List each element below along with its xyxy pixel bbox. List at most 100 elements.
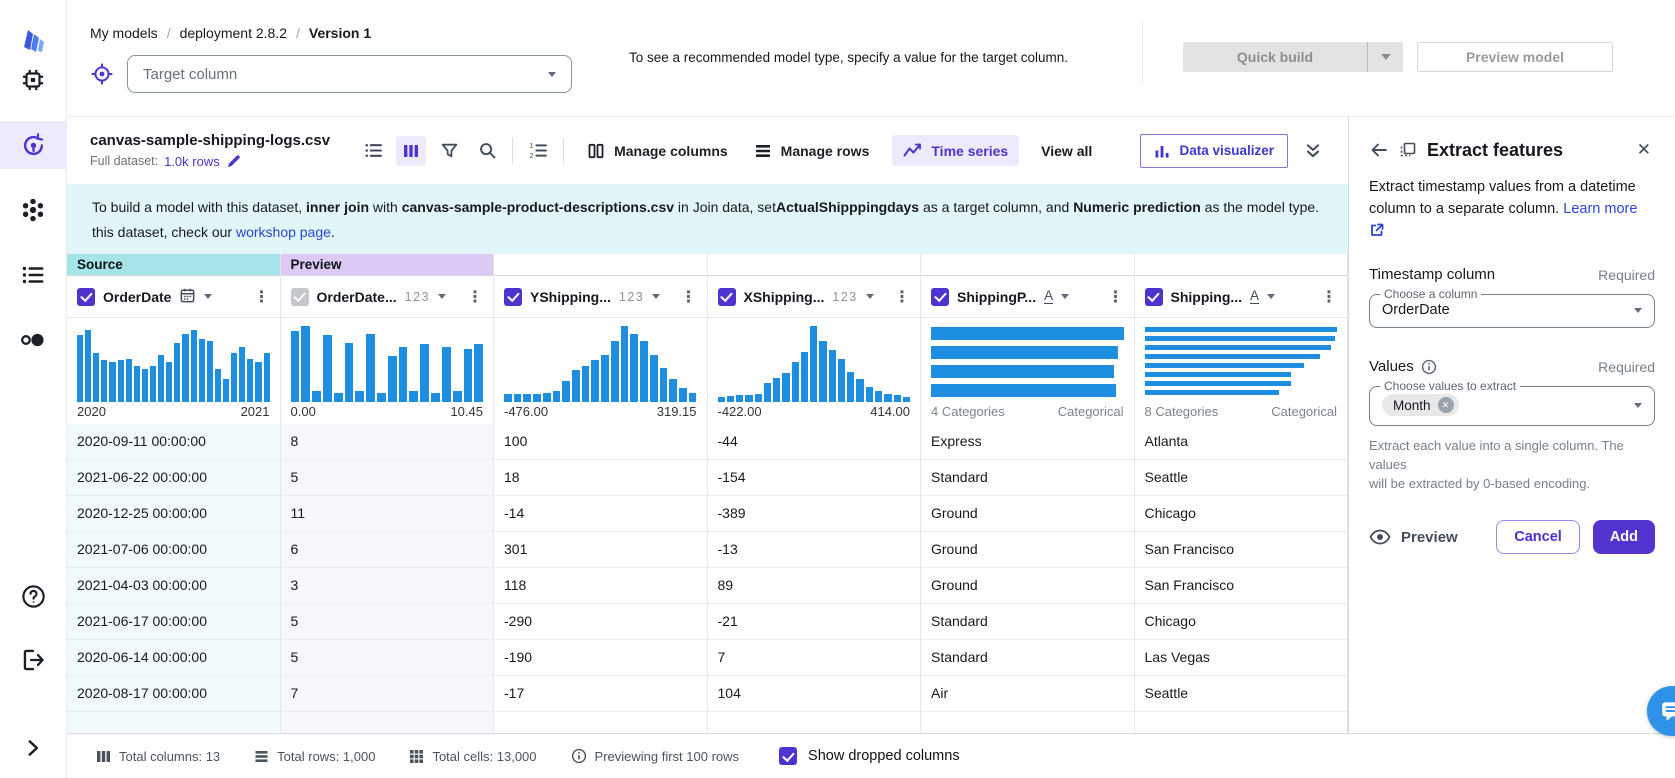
column-checkbox[interactable] [718, 288, 736, 306]
rows-count-link[interactable]: 1.0k rows [164, 154, 220, 169]
canvas-logo[interactable] [15, 24, 51, 56]
column-checkbox[interactable] [77, 288, 95, 306]
table-cell[interactable]: 6 [281, 532, 494, 568]
row-number-icon[interactable]: 1 2 [523, 136, 553, 166]
table-cell[interactable]: 2021-06-22 00:00:00 [67, 460, 280, 496]
cancel-button[interactable]: Cancel [1496, 520, 1580, 554]
table-cell[interactable]: 301 [494, 532, 707, 568]
table-cell[interactable]: 2021-06-17 00:00:00 [67, 604, 280, 640]
timestamp-column-select[interactable]: Choose a column OrderDate [1369, 287, 1655, 328]
table-cell[interactable]: -290 [494, 604, 707, 640]
table-cell[interactable]: 2021-07-06 00:00:00 [67, 532, 280, 568]
column-menu-icon[interactable]: ⋮ [1108, 287, 1126, 307]
table-cell[interactable]: Chicago [1135, 604, 1348, 640]
filter-icon[interactable] [434, 136, 464, 166]
collapse-toolbar-icon[interactable] [1304, 142, 1322, 160]
compare-icon[interactable] [0, 316, 67, 364]
table-cell[interactable]: Atlanta [1135, 424, 1348, 460]
table-cell[interactable]: -13 [708, 532, 921, 568]
quick-build-caret[interactable] [1367, 42, 1403, 72]
table-cell[interactable]: Ground [921, 568, 1134, 604]
models-icon[interactable] [0, 186, 67, 234]
table-cell[interactable]: 7 [281, 676, 494, 712]
table-cell[interactable]: San Francisco [1135, 532, 1348, 568]
remove-tag-icon[interactable]: ✕ [1438, 397, 1454, 413]
preview-toggle[interactable]: Preview [1369, 528, 1458, 546]
list-icon[interactable] [0, 251, 67, 299]
help-icon[interactable] [0, 572, 67, 620]
column-menu-icon[interactable]: ⋮ [1321, 287, 1339, 307]
table-cell[interactable]: Standard [921, 640, 1134, 676]
column-header[interactable]: XShipping...123⋮ [708, 276, 921, 318]
table-cell[interactable]: -17 [494, 676, 707, 712]
automl-icon[interactable] [0, 121, 67, 169]
table-cell[interactable]: 5 [281, 640, 494, 676]
column-checkbox[interactable] [1145, 288, 1163, 306]
back-arrow-icon[interactable] [1369, 140, 1389, 160]
table-cell[interactable]: Seattle [1135, 676, 1348, 712]
table-cell[interactable]: Las Vegas [1135, 640, 1348, 676]
table-cell[interactable]: 11 [281, 496, 494, 532]
list-view-icon[interactable] [358, 136, 388, 166]
table-cell[interactable]: Air [921, 676, 1134, 712]
column-header[interactable]: OrderDate...123⋮ [281, 276, 494, 318]
table-cell[interactable]: 118 [494, 568, 707, 604]
time-series-button[interactable]: Time series [892, 135, 1019, 166]
table-cell[interactable]: Chicago [1135, 496, 1348, 532]
column-header[interactable]: YShipping...123⋮ [494, 276, 707, 318]
table-cell[interactable]: -154 [708, 460, 921, 496]
table-cell[interactable]: San Francisco [1135, 568, 1348, 604]
column-menu-icon[interactable]: ⋮ [681, 287, 699, 307]
table-cell[interactable]: 104 [708, 676, 921, 712]
table-cell[interactable]: 89 [708, 568, 921, 604]
table-cell[interactable]: Ground [921, 532, 1134, 568]
target-column-select[interactable]: Target column [127, 55, 572, 93]
column-menu-icon[interactable]: ⋮ [894, 287, 912, 307]
view-all-button[interactable]: View all [1041, 143, 1092, 159]
table-cell[interactable]: 18 [494, 460, 707, 496]
edit-pencil-icon[interactable] [226, 153, 242, 169]
breadcrumb-deployment[interactable]: deployment 2.8.2 [180, 25, 287, 41]
table-cell[interactable]: 2021-04-03 00:00:00 [67, 568, 280, 604]
show-dropped-checkbox[interactable] [779, 747, 797, 765]
table-cell[interactable]: -44 [708, 424, 921, 460]
column-header[interactable]: OrderDate⋮ [67, 276, 280, 318]
table-cell[interactable]: -389 [708, 496, 921, 532]
table-cell[interactable]: 2020-06-14 00:00:00 [67, 640, 280, 676]
table-cell[interactable]: 8 [281, 424, 494, 460]
table-cell[interactable]: 7 [708, 640, 921, 676]
table-cell[interactable]: Seattle [1135, 460, 1348, 496]
table-cell[interactable]: 2020-09-11 00:00:00 [67, 424, 280, 460]
table-cell[interactable]: Ground [921, 496, 1134, 532]
type-dropdown-caret[interactable] [438, 294, 446, 299]
table-cell[interactable]: Express [921, 424, 1134, 460]
close-icon[interactable]: ✕ [1633, 138, 1655, 162]
type-dropdown-caret[interactable] [204, 294, 212, 299]
signout-icon[interactable] [0, 636, 67, 684]
column-menu-icon[interactable]: ⋮ [467, 287, 485, 307]
manage-columns-button[interactable]: Manage columns [587, 142, 728, 160]
show-dropped-columns-toggle[interactable]: Show dropped columns [779, 747, 960, 765]
workshop-page-link[interactable]: workshop page [236, 224, 331, 240]
collapse-chevron-icon[interactable] [0, 724, 67, 772]
table-cell[interactable]: 100 [494, 424, 707, 460]
column-view-icon[interactable] [396, 136, 426, 166]
type-dropdown-caret[interactable] [652, 294, 660, 299]
table-cell[interactable]: Standard [921, 460, 1134, 496]
column-checkbox[interactable] [504, 288, 522, 306]
learn-more-link[interactable]: Learn more [1563, 201, 1637, 217]
type-dropdown-caret[interactable] [1267, 294, 1275, 299]
info-icon[interactable] [1421, 359, 1437, 375]
breadcrumb-my-models[interactable]: My models [90, 25, 158, 41]
table-cell[interactable]: 2020-08-17 00:00:00 [67, 676, 280, 712]
quick-build-button[interactable]: Quick build [1183, 42, 1403, 72]
type-dropdown-caret[interactable] [866, 294, 874, 299]
values-select[interactable]: Choose values to extract Month ✕ [1369, 379, 1655, 426]
table-cell[interactable]: 2020-12-25 00:00:00 [67, 496, 280, 532]
column-header[interactable]: ShippingP...A⋮ [921, 276, 1134, 318]
table-cell[interactable]: -190 [494, 640, 707, 676]
type-dropdown-caret[interactable] [1061, 294, 1069, 299]
table-cell[interactable]: -21 [708, 604, 921, 640]
table-cell[interactable]: -14 [494, 496, 707, 532]
month-tag[interactable]: Month ✕ [1382, 394, 1459, 416]
